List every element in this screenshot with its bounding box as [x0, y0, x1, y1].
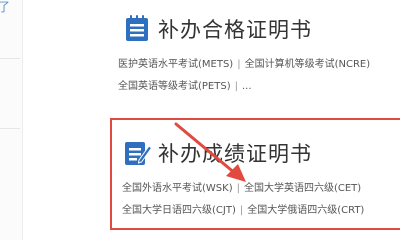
exam-link-ncre[interactable]: 全国计算机等级考试(NCRE) — [245, 59, 371, 70]
card-title-row[interactable]: 补办合格证明书 — [122, 14, 312, 44]
sidebar-divider — [0, 58, 20, 59]
certificate-edit-icon — [125, 142, 152, 165]
certificate-list-icon — [126, 15, 148, 41]
card-title-row[interactable]: 补办成绩证明书 — [122, 138, 312, 168]
link-separator: | — [237, 59, 241, 70]
exam-link-pets[interactable]: 全国英语等级考试(PETS) — [118, 81, 231, 92]
exam-link-wsk[interactable]: 全国外语水平考试(WSK) — [122, 183, 233, 194]
card-pass-certificate: 补办合格证明书 医护英语水平考试(METS) | 全国计算机等级考试(NCRE) 全… — [118, 8, 400, 100]
link-separator: | — [236, 183, 240, 194]
exam-links: 全国外语水平考试(WSK) | 全国大学英语四六级(CET) 全国大学日语四六级(C… — [122, 178, 364, 222]
exam-link-row: 全国大学日语四六级(CJT) | 全国大学俄语四六级(CRT) — [122, 200, 364, 222]
link-separator: | — [234, 81, 238, 92]
card-title[interactable]: 补办成绩证明书 — [158, 138, 312, 168]
exam-link-row: 全国外语水平考试(WSK) | 全国大学英语四六级(CET) — [122, 178, 364, 200]
exam-link-crt[interactable]: 全国大学俄语四六级(CRT) — [247, 205, 364, 216]
exam-link-row: 医护英语水平考试(METS) | 全国计算机等级考试(NCRE) — [118, 54, 370, 76]
link-separator: | — [239, 205, 244, 216]
exam-link-mets[interactable]: 医护英语水平考试(METS) — [118, 59, 233, 70]
exam-link-cjt[interactable]: 全国大学日语四六级(CJT) — [122, 205, 236, 216]
left-sidebar: 了 — [0, 0, 23, 240]
sidebar-divider — [0, 128, 20, 129]
sidebar-text-fragment: 了 — [0, 0, 11, 14]
card-title[interactable]: 补办合格证明书 — [158, 14, 312, 44]
more-link[interactable]: ... — [242, 81, 252, 92]
exam-link-row: 全国英语等级考试(PETS) |... — [118, 76, 370, 98]
card-score-certificate: 补办成绩证明书 全国外语水平考试(WSK) | 全国大学英语四六级(CET) 全国大… — [110, 118, 400, 230]
exam-link-cet[interactable]: 全国大学英语四六级(CET) — [244, 183, 361, 194]
exam-links: 医护英语水平考试(METS) | 全国计算机等级考试(NCRE) 全国英语等级考试(… — [118, 54, 370, 98]
